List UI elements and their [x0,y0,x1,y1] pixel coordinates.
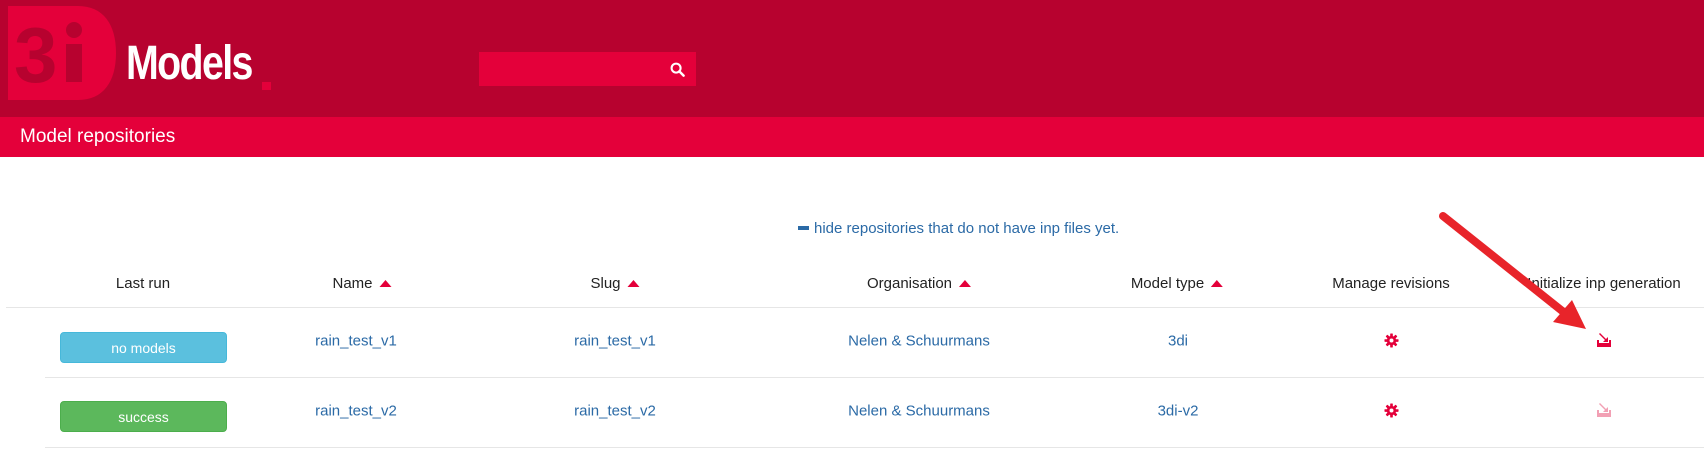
column-label: Initialize inp generation [1527,274,1681,292]
row-divider [45,377,1704,378]
logo-text: Models [126,37,253,90]
column-header-manage-revisions: Manage revisions [1332,272,1450,294]
model-type-link[interactable]: 3di-v2 [1158,403,1199,420]
sort-asc-icon [627,279,640,287]
filter-label: hide repositories that do not have inp f… [814,219,1120,237]
repo-slug-link[interactable]: rain_test_v2 [574,403,656,420]
initialize-inp-button[interactable] [1595,331,1613,349]
organisation-link[interactable]: Nelen & Schuurmans [848,403,990,420]
table-header-divider [6,307,1704,308]
repo-name-link[interactable]: rain_test_v2 [315,403,397,420]
hide-repositories-toggle[interactable]: hide repositories that do not have inp f… [798,218,1119,238]
column-header-initialize-inp: Initialize inp generation [1527,272,1680,294]
status-badge[interactable]: success [60,401,227,432]
gear-icon [1383,332,1399,348]
column-header-name[interactable]: Name [332,272,392,294]
column-header-organisation[interactable]: Organisation [866,272,972,294]
organisation-link[interactable]: Nelen & Schuurmans [848,333,990,350]
search-input[interactable] [479,52,659,86]
manage-revisions-button[interactable] [1382,401,1400,419]
logo-dot [262,82,271,90]
column-label: Manage revisions [1332,274,1450,292]
column-label: Last run [115,274,171,292]
header: 3 Models [0,0,1704,117]
column-header-model-type[interactable]: Model type [1130,272,1224,294]
column-label: Name [332,274,373,292]
manage-revisions-button[interactable] [1382,331,1400,349]
gear-icon [1383,402,1399,418]
logo-badge-icon: 3 [8,6,116,100]
search-box [479,52,696,86]
import-icon [1597,403,1611,417]
sort-asc-icon [1211,279,1224,287]
column-label: Slug [590,274,621,292]
row-divider [45,447,1704,448]
svg-text:3: 3 [14,11,55,99]
sort-asc-icon [959,279,972,287]
column-label: Model type [1130,274,1205,292]
minus-icon [798,226,809,230]
search-button[interactable] [659,52,696,86]
sort-asc-icon [379,279,392,287]
subheader: Model repositories [0,117,1704,157]
logo[interactable]: 3 Models [6,6,276,100]
column-header-last-run: Last run [116,272,170,294]
repo-name-link[interactable]: rain_test_v1 [315,333,397,350]
initialize-inp-button-disabled [1595,401,1613,419]
column-label: Organisation [866,274,953,292]
column-header-slug[interactable]: Slug [590,272,640,294]
search-icon [670,62,685,77]
import-icon [1597,333,1611,347]
model-type-link[interactable]: 3di [1168,333,1188,350]
repo-slug-link[interactable]: rain_test_v1 [574,333,656,350]
page-title: Model repositories [20,126,176,147]
status-badge[interactable]: no models [60,332,227,363]
